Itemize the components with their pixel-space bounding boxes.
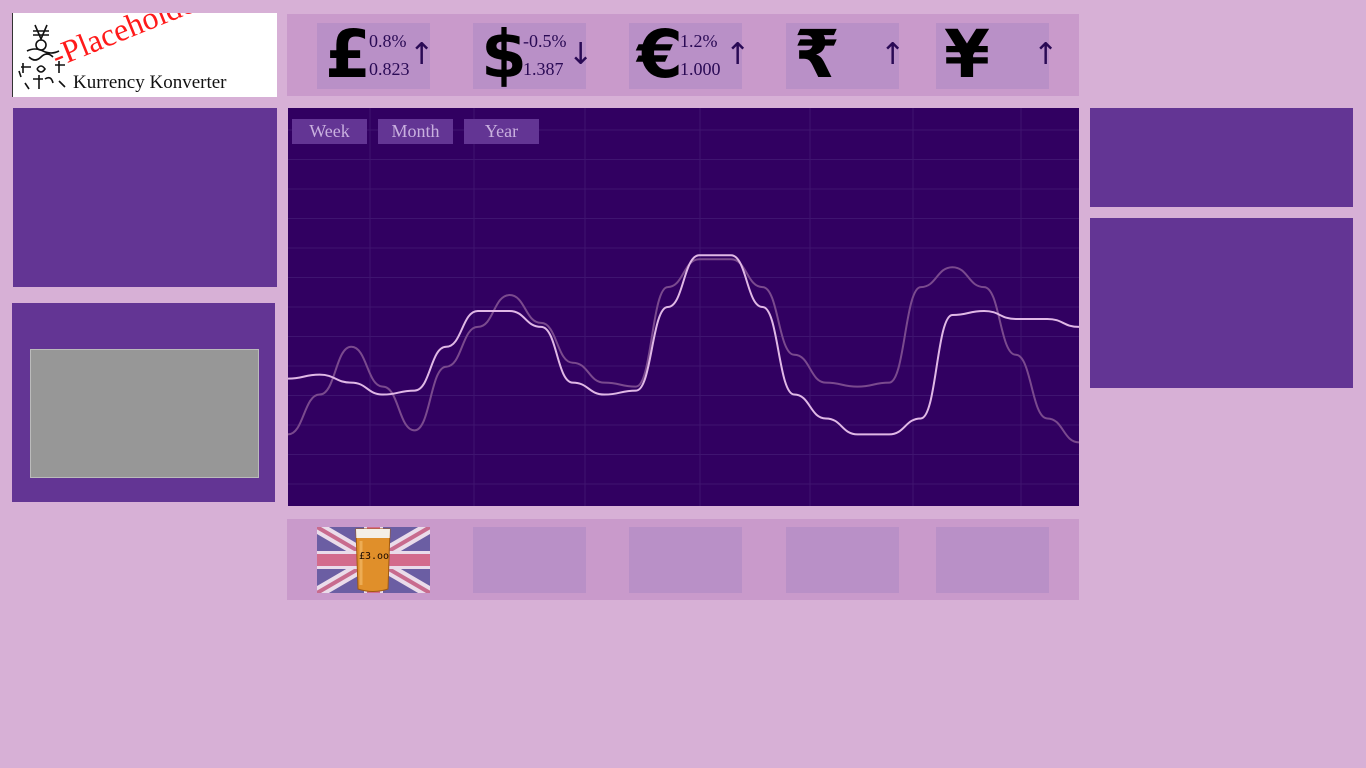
promo-price: £3.oo [358, 551, 390, 562]
chart-series-line-2 [288, 258, 1079, 444]
chart-canvas [288, 108, 1079, 506]
dollar-icon: $ [481, 16, 527, 93]
ticker-tile-euro[interactable]: €1.2% 1.000 ↑ [629, 19, 750, 91]
ticker-rate: 1.000 [680, 59, 721, 79]
ticker-tile-yen[interactable]: ¥ ↑ [936, 19, 1058, 91]
logo-subtitle: Kurrency Konverter [73, 72, 227, 93]
promo-tile-uk[interactable]: £3.oo [313, 521, 434, 599]
ticker-rate: 0.823 [369, 59, 410, 79]
exchange-rate-chart: Week Month Year [288, 108, 1079, 506]
ticker-change: 1.2% [680, 31, 718, 51]
ticker-tile-pound[interactable]: £0.8% 0.823 ↑ [317, 19, 434, 91]
promo-tile-3[interactable] [629, 527, 742, 593]
arrow-down-icon: ↓ [568, 37, 594, 72]
currency-ticker-bar: £0.8% 0.823 ↑ $ -0.5% 1.387 ↓ €1.2% 1.000 ↑ ₹ ↑ ¥ ↑ [287, 14, 1079, 96]
promo-tile-5[interactable] [936, 527, 1049, 593]
range-month-button[interactable]: Month [378, 119, 453, 144]
image-placeholder [30, 349, 259, 478]
ticker-tile-rupee[interactable]: ₹ ↑ [786, 19, 905, 91]
yen-icon: ¥ [944, 16, 990, 93]
ticker-change: 0.8% [369, 31, 407, 51]
ticker-change: -0.5% [523, 31, 567, 51]
right-panel-bottom [1090, 218, 1353, 388]
arrow-up-icon: ↑ [409, 37, 435, 72]
right-panel-top [1090, 108, 1353, 207]
arrow-up-icon: ↑ [1033, 37, 1059, 72]
app-logo: -Placeholder- Kurrency Konverter [12, 13, 277, 97]
range-year-button[interactable]: Year [464, 119, 539, 144]
left-panel-top [13, 108, 277, 287]
rupee-icon: ₹ [794, 16, 840, 93]
promo-bar: £3.oo [287, 519, 1079, 600]
promo-tile-4[interactable] [786, 527, 899, 593]
arrow-up-icon: ↑ [880, 37, 906, 72]
arrow-up-icon: ↑ [725, 37, 751, 72]
euro-icon: € [637, 16, 683, 93]
ticker-tile-dollar[interactable]: $ -0.5% 1.387 ↓ [473, 19, 593, 91]
chart-series-line-1 [288, 254, 1079, 436]
range-week-button[interactable]: Week [292, 119, 367, 144]
promo-tile-2[interactable] [473, 527, 586, 593]
ticker-rate: 1.387 [523, 59, 564, 79]
pound-icon: £ [325, 16, 371, 93]
